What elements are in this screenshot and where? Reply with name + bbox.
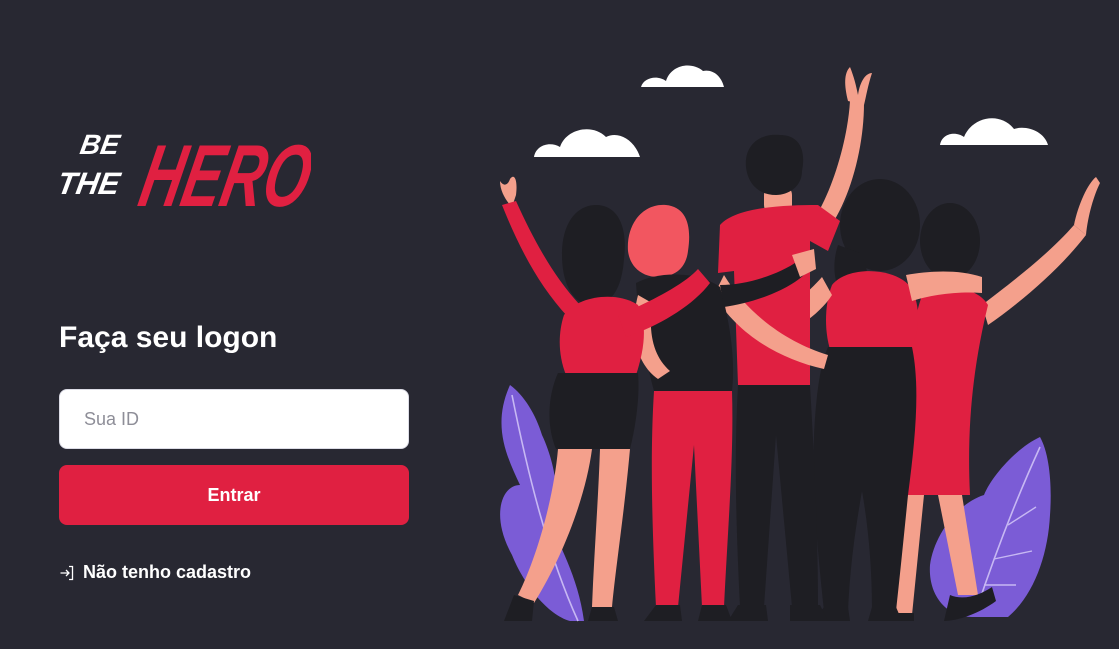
submit-button[interactable]: Entrar — [59, 465, 409, 525]
logo-small-text: BE THE — [59, 128, 124, 201]
register-link[interactable]: Não tenho cadastro — [59, 562, 251, 583]
logo-text-be: BE — [78, 128, 124, 160]
cloud-icon — [534, 129, 640, 157]
heroes-illustration — [500, 65, 1100, 622]
logo-text-the: THE — [59, 166, 124, 201]
log-in-icon — [60, 565, 74, 580]
id-input[interactable] — [59, 389, 409, 449]
logo-text-hero: HERO — [132, 126, 311, 218]
logon-page: BE THE HERO Faça seu logon Entrar Não te… — [0, 0, 1119, 649]
register-link-label: Não tenho cadastro — [83, 562, 252, 582]
cloud-icon — [940, 118, 1048, 145]
logon-form-section: BE THE HERO Faça seu logon Entrar Não te… — [59, 0, 409, 649]
page-title: Faça seu logon — [59, 321, 278, 354]
be-the-hero-logo: BE THE HERO — [59, 126, 311, 218]
cloud-icon — [641, 65, 724, 87]
